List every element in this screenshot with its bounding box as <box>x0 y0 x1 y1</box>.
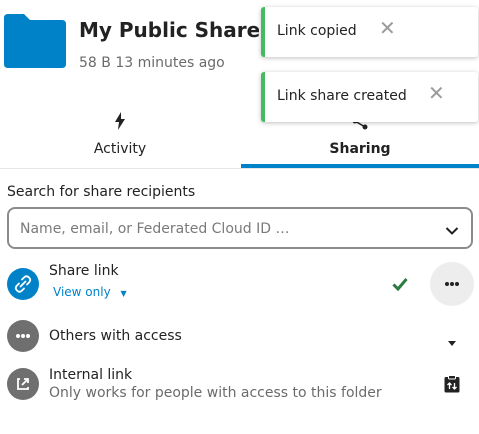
internal-link-avatar <box>7 368 39 400</box>
others-with-access-title[interactable]: Others with access <box>49 328 182 344</box>
others-avatar <box>7 320 39 352</box>
permission-label: View only <box>53 285 111 299</box>
chevron-down-icon[interactable] <box>445 221 459 240</box>
toast-link-copied: Link copied ✕ <box>261 7 478 57</box>
tab-sharing-label: Sharing <box>329 141 391 157</box>
internal-link-title: Internal link <box>49 367 133 383</box>
permission-dropdown[interactable]: View only ▼ <box>53 285 127 299</box>
toast-message: Link share created <box>277 88 407 104</box>
file-title: My Public Shared F <box>79 18 259 42</box>
tab-activity[interactable]: Activity <box>0 110 240 168</box>
more-icon <box>445 282 459 286</box>
tab-divider <box>0 168 479 169</box>
share-link-title: Share link <box>49 263 119 279</box>
external-link-icon <box>17 378 29 390</box>
link-avatar <box>7 268 39 300</box>
folder-icon <box>4 14 66 68</box>
close-icon[interactable]: ✕ <box>428 83 445 103</box>
search-field[interactable] <box>7 207 473 249</box>
caret-down-icon: ▼ <box>120 289 127 298</box>
clipboard-icon[interactable] <box>444 375 460 397</box>
link-icon <box>14 275 32 293</box>
more-icon <box>16 334 30 338</box>
activity-icon <box>114 112 126 134</box>
toast-link-share-created: Link share created ✕ <box>261 72 478 122</box>
close-icon[interactable]: ✕ <box>379 18 396 38</box>
search-input[interactable] <box>18 209 422 249</box>
internal-link-subtitle: Only works for people with access to thi… <box>49 385 382 401</box>
check-icon <box>392 276 408 295</box>
search-label: Search for share recipients <box>7 184 196 200</box>
tab-activity-label: Activity <box>93 141 147 157</box>
file-meta: 58 B 13 minutes ago <box>79 55 225 71</box>
more-options-button[interactable] <box>430 262 474 306</box>
toast-message: Link copied <box>277 23 357 39</box>
triangle-down-icon[interactable] <box>447 332 457 351</box>
